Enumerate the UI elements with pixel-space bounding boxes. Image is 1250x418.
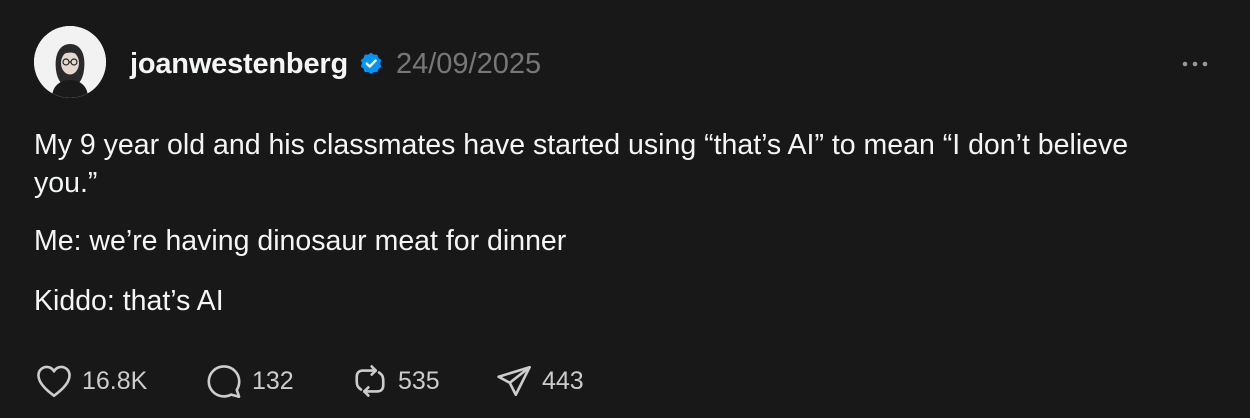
repost-button[interactable]: 535 bbox=[350, 363, 494, 399]
post-paragraph: Me: we’re having dinosaur meat for dinne… bbox=[34, 225, 567, 257]
speech-bubble-icon bbox=[207, 365, 241, 399]
avatar[interactable] bbox=[34, 26, 106, 98]
more-icon bbox=[1182, 61, 1208, 67]
reply-count: 132 bbox=[252, 366, 294, 395]
avatar-icon bbox=[34, 26, 106, 98]
post-paragraph: Kiddo: that’s AI bbox=[34, 285, 224, 317]
verified-badge-icon bbox=[358, 51, 384, 77]
post-header: joanwestenberg 24/09/2025 bbox=[130, 44, 541, 84]
like-count: 16.8K bbox=[82, 366, 148, 395]
post-body: My 9 year old and his classmates have st… bbox=[34, 126, 1184, 320]
heart-icon bbox=[37, 365, 71, 398]
post-actions: 16.8K 132 535 443 bbox=[34, 362, 584, 400]
repost-icon bbox=[355, 365, 385, 397]
repost-count: 535 bbox=[398, 366, 440, 395]
paper-plane-icon bbox=[497, 365, 531, 397]
post-card: joanwestenberg 24/09/2025 My 9 year old … bbox=[0, 0, 1250, 418]
like-button[interactable]: 16.8K bbox=[34, 363, 204, 399]
share-count: 443 bbox=[542, 366, 584, 395]
post-date[interactable]: 24/09/2025 bbox=[396, 48, 541, 81]
post-paragraph: My 9 year old and his classmates have st… bbox=[34, 129, 1129, 199]
reply-button[interactable]: 132 bbox=[204, 363, 350, 399]
more-button[interactable] bbox=[1176, 54, 1216, 74]
username-link[interactable]: joanwestenberg bbox=[130, 48, 348, 81]
share-button[interactable]: 443 bbox=[494, 363, 584, 399]
